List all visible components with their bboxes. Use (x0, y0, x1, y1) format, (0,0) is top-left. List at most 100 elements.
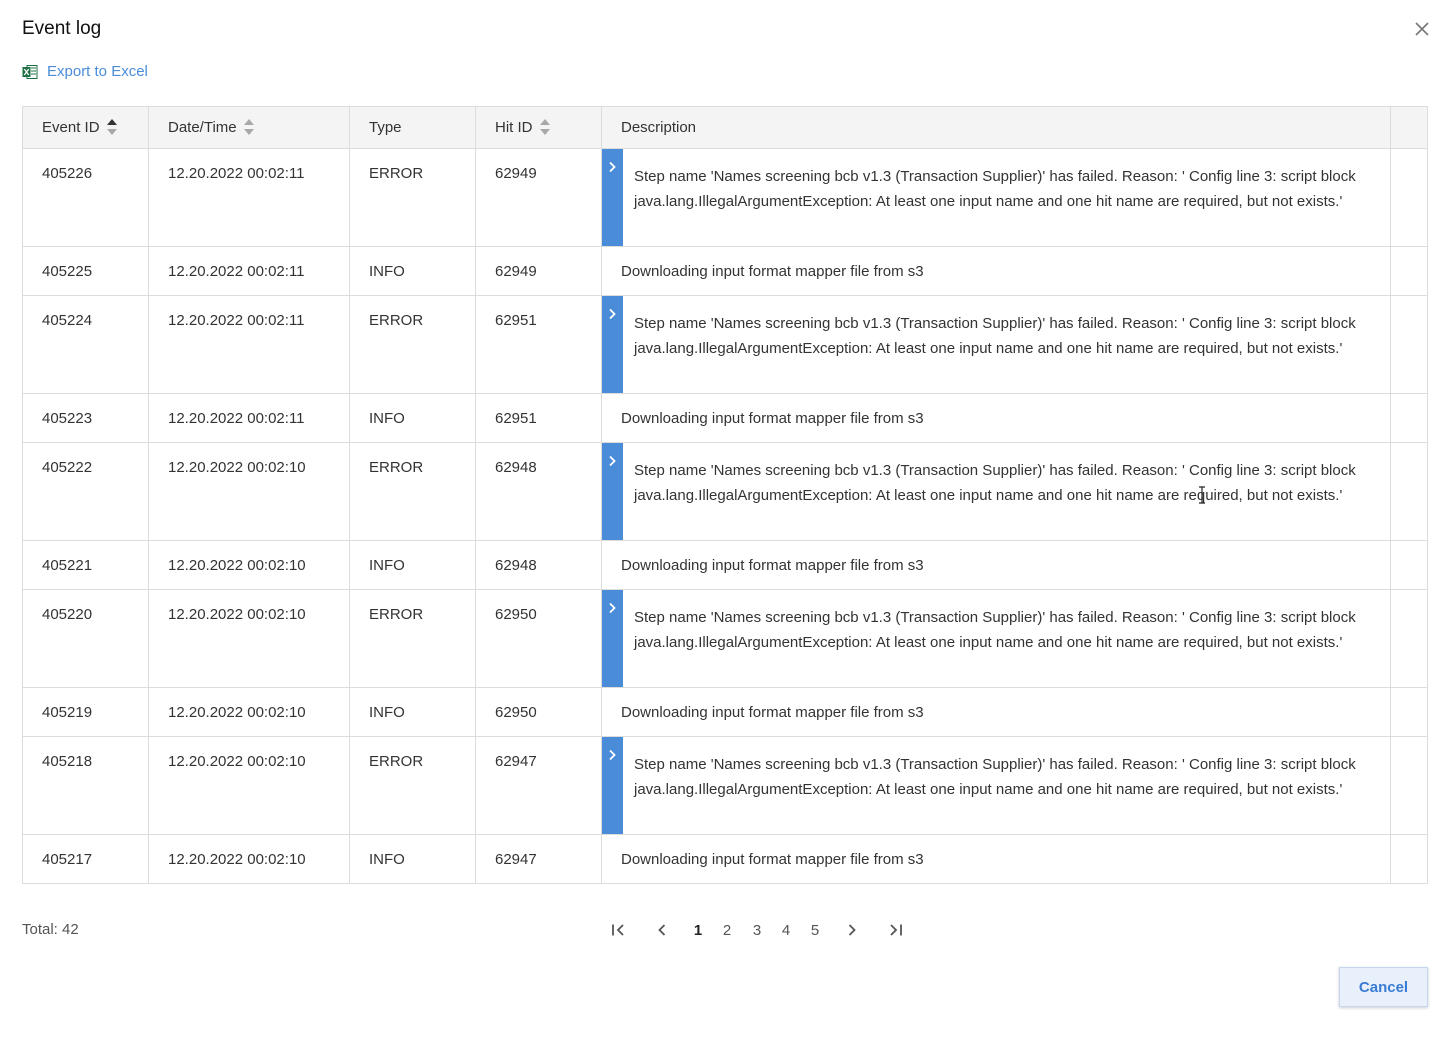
table-row[interactable]: 405226 12.20.2022 00:02:11 ERROR 62949 S… (23, 149, 1427, 247)
sort-ascending-icon (106, 119, 118, 136)
expand-row-button[interactable] (602, 737, 623, 834)
table-row[interactable]: 405224 12.20.2022 00:02:11 ERROR 62951 S… (23, 296, 1427, 394)
cell-event-id: 405221 (23, 541, 149, 589)
column-header-event-id[interactable]: Event ID (23, 107, 149, 148)
last-page-button[interactable] (886, 918, 906, 942)
cell-hit-id: 62948 (476, 443, 602, 540)
text-cursor-icon (1199, 486, 1205, 504)
table-row[interactable]: 405218 12.20.2022 00:02:10 ERROR 62947 S… (23, 737, 1427, 835)
cell-spacer (1391, 541, 1427, 589)
close-button[interactable] (1410, 17, 1434, 41)
pagination: 1 2 3 4 5 (0, 918, 1449, 942)
cell-hit-id: 62948 (476, 541, 602, 589)
table-row[interactable]: 405219 12.20.2022 00:02:10 INFO 62950 Do… (23, 688, 1427, 737)
cell-date-time: 12.20.2022 00:02:10 (149, 835, 350, 883)
chevron-left-icon (658, 924, 666, 936)
next-page-button[interactable] (843, 918, 861, 942)
cell-spacer (1391, 443, 1427, 540)
table-row[interactable]: 405223 12.20.2022 00:02:11 INFO 62951 Do… (23, 394, 1427, 443)
cell-spacer (1391, 590, 1427, 687)
export-to-excel-button[interactable]: Export to Excel (22, 63, 148, 80)
cell-date-time: 12.20.2022 00:02:10 (149, 688, 350, 736)
cell-description: Step name 'Names screening bcb v1.3 (Tra… (602, 737, 1391, 834)
cell-hit-id: 62950 (476, 590, 602, 687)
page-button-4[interactable]: 4 (777, 918, 795, 942)
cell-type: INFO (350, 688, 476, 736)
cell-spacer (1391, 296, 1427, 393)
cell-date-time: 12.20.2022 00:02:11 (149, 296, 350, 393)
page-button-1[interactable]: 1 (689, 918, 707, 942)
table-header: Event ID Date/Time Type Hit ID Descripti… (23, 107, 1427, 149)
description-text: Step name 'Names screening bcb v1.3 (Tra… (634, 609, 1356, 651)
expand-row-button[interactable] (602, 443, 623, 540)
table-row[interactable]: 405221 12.20.2022 00:02:10 INFO 62948 Do… (23, 541, 1427, 590)
dialog-title: Event log (22, 18, 102, 39)
cell-hit-id: 62951 (476, 296, 602, 393)
cell-event-id: 405226 (23, 149, 149, 246)
column-header-hit-id[interactable]: Hit ID (476, 107, 602, 148)
cell-type: ERROR (350, 296, 476, 393)
first-page-button[interactable] (608, 918, 628, 942)
column-label: Description (621, 119, 697, 136)
expand-row-button[interactable] (602, 590, 623, 687)
cell-type: INFO (350, 394, 476, 442)
cell-description: Step name 'Names screening bcb v1.3 (Tra… (602, 296, 1391, 393)
description-text: Step name 'Names screening bcb v1.3 (Tra… (634, 462, 1356, 504)
description-text: Step name 'Names screening bcb v1.3 (Tra… (634, 168, 1356, 210)
cell-type: ERROR (350, 737, 476, 834)
expand-row-button[interactable] (602, 296, 623, 393)
last-page-icon (890, 924, 902, 936)
cell-spacer (1391, 149, 1427, 246)
table-row[interactable]: 405222 12.20.2022 00:02:10 ERROR 62948 S… (23, 443, 1427, 541)
column-header-type: Type (350, 107, 476, 148)
cell-description: Downloading input format mapper file fro… (602, 394, 1391, 442)
cell-spacer (1391, 688, 1427, 736)
cell-hit-id: 62951 (476, 394, 602, 442)
excel-icon (22, 64, 38, 79)
cell-event-id: 405218 (23, 737, 149, 834)
previous-page-button[interactable] (653, 918, 671, 942)
cell-event-id: 405220 (23, 590, 149, 687)
page-button-5[interactable]: 5 (806, 918, 824, 942)
table-row[interactable]: 405225 12.20.2022 00:02:11 INFO 62949 Do… (23, 247, 1427, 296)
sort-icon (243, 119, 255, 136)
cell-description: Downloading input format mapper file fro… (602, 541, 1391, 589)
cell-date-time: 12.20.2022 00:02:10 (149, 443, 350, 540)
cell-date-time: 12.20.2022 00:02:11 (149, 149, 350, 246)
cell-event-id: 405219 (23, 688, 149, 736)
chevron-right-icon (609, 749, 616, 761)
cell-type: INFO (350, 247, 476, 295)
table-row[interactable]: 405217 12.20.2022 00:02:10 INFO 62947 Do… (23, 835, 1427, 883)
column-label: Type (369, 119, 402, 136)
column-label: Date/Time (168, 119, 237, 136)
export-label: Export to Excel (47, 63, 148, 80)
event-log-table: Event ID Date/Time Type Hit ID Descripti… (22, 106, 1428, 884)
cell-description: Step name 'Names screening bcb v1.3 (Tra… (602, 443, 1391, 540)
cell-date-time: 12.20.2022 00:02:10 (149, 541, 350, 589)
cell-description: Step name 'Names screening bcb v1.3 (Tra… (602, 590, 1391, 687)
cell-date-time: 12.20.2022 00:02:11 (149, 394, 350, 442)
cell-event-id: 405223 (23, 394, 149, 442)
description-text: Step name 'Names screening bcb v1.3 (Tra… (634, 756, 1356, 798)
cell-spacer (1391, 737, 1427, 834)
expand-row-button[interactable] (602, 149, 623, 246)
column-header-description: Description (602, 107, 1391, 148)
cell-event-id: 405222 (23, 443, 149, 540)
cell-event-id: 405224 (23, 296, 149, 393)
chevron-right-icon (609, 308, 616, 320)
cell-description: Downloading input format mapper file fro… (602, 835, 1391, 883)
cell-spacer (1391, 247, 1427, 295)
cell-event-id: 405225 (23, 247, 149, 295)
cancel-button[interactable]: Cancel (1339, 967, 1428, 1007)
cell-description: Step name 'Names screening bcb v1.3 (Tra… (602, 149, 1391, 246)
cell-hit-id: 62949 (476, 247, 602, 295)
page-button-2[interactable]: 2 (718, 918, 736, 942)
page-button-3[interactable]: 3 (748, 918, 766, 942)
sort-icon (539, 119, 551, 136)
cell-description: Downloading input format mapper file fro… (602, 247, 1391, 295)
cell-hit-id: 62947 (476, 737, 602, 834)
cell-date-time: 12.20.2022 00:02:10 (149, 737, 350, 834)
chevron-right-icon (609, 161, 616, 173)
table-row[interactable]: 405220 12.20.2022 00:02:10 ERROR 62950 S… (23, 590, 1427, 688)
column-header-date-time[interactable]: Date/Time (149, 107, 350, 148)
